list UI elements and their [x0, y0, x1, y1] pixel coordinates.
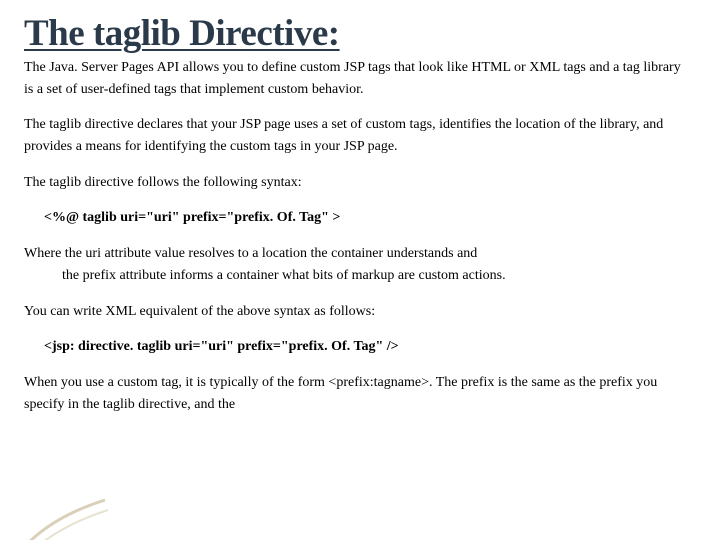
slide-page: The taglib Directive: The Java. Server P…	[0, 0, 720, 540]
body-content: The Java. Server Pages API allows you to…	[24, 57, 692, 415]
paragraph-3: The taglib directive follows the followi…	[24, 172, 692, 194]
paragraph-4: Where the uri attribute value resolves t…	[62, 243, 692, 286]
paragraph-4-line2: the prefix attribute informs a container…	[62, 268, 506, 283]
paragraph-6: When you use a custom tag, it is typical…	[24, 372, 692, 415]
page-title: The taglib Directive:	[24, 12, 692, 55]
paragraph-4-line1: Where the uri attribute value resolves t…	[24, 246, 477, 261]
paragraph-5: You can write XML equivalent of the abov…	[24, 301, 692, 323]
code-syntax-1: <%@ taglib uri="uri" prefix="prefix. Of.…	[44, 207, 692, 229]
paragraph-2: The taglib directive declares that your …	[24, 114, 692, 157]
paragraph-1: The Java. Server Pages API allows you to…	[24, 57, 692, 100]
code-syntax-2: <jsp: directive. taglib uri="uri" prefix…	[44, 336, 692, 358]
